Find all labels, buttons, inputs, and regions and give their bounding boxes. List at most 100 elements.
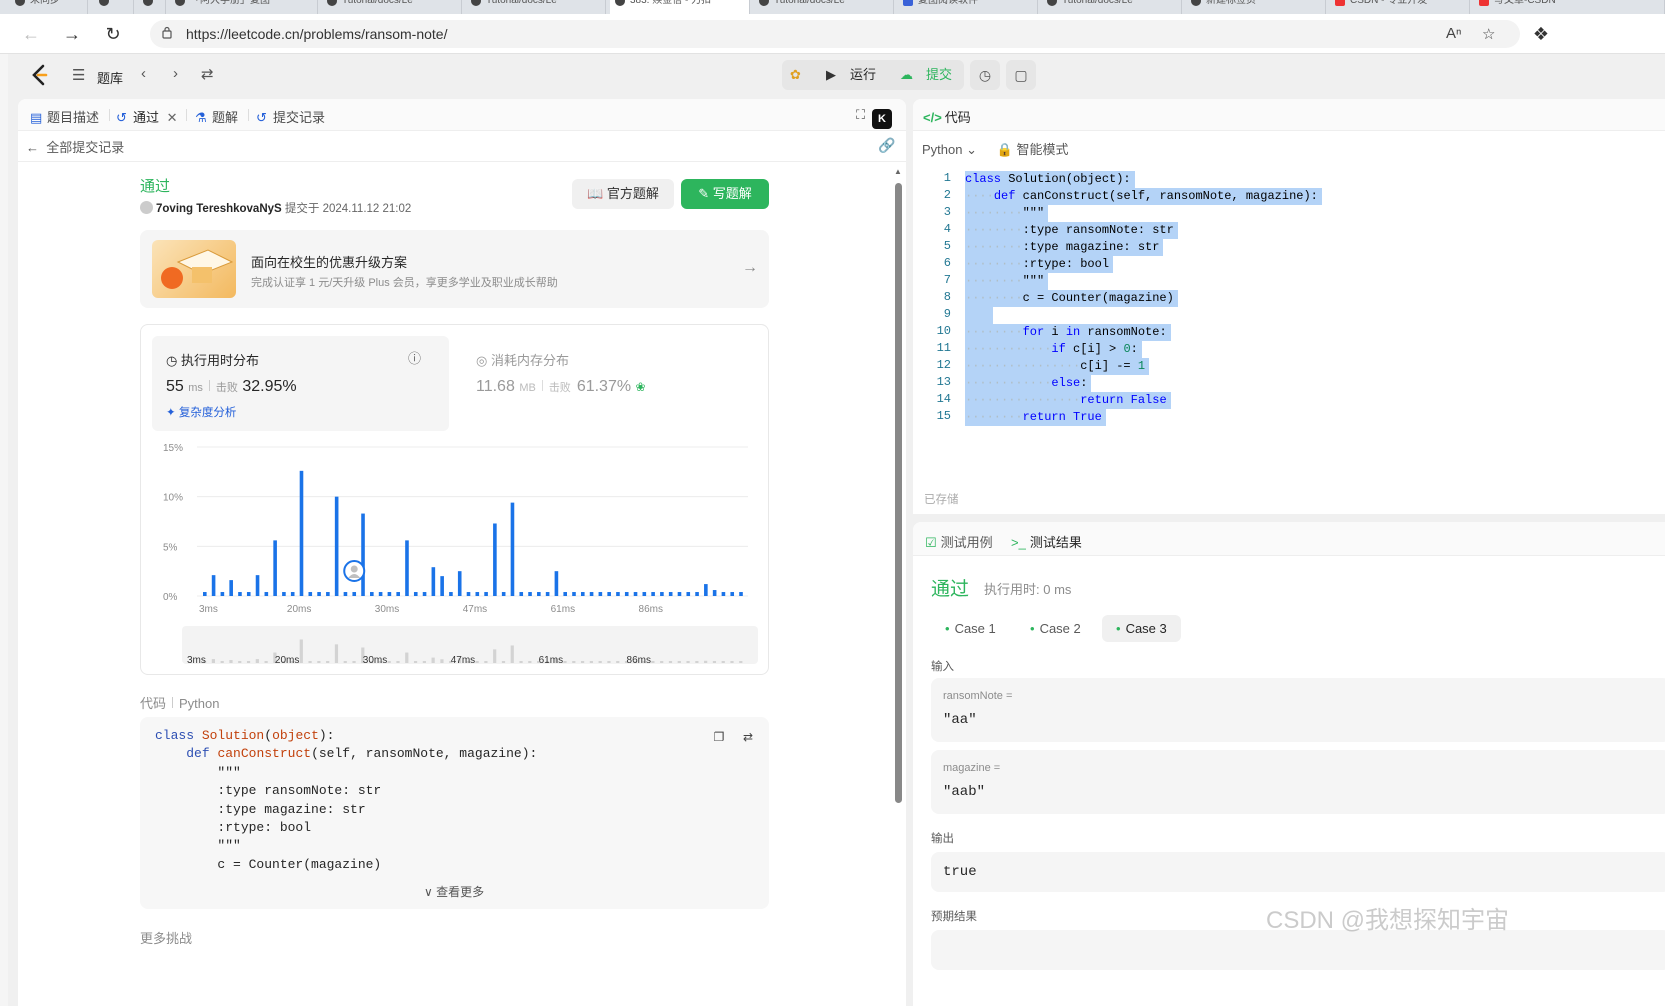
chart-bar [545,592,550,596]
chart-bar [361,513,365,596]
url-field[interactable]: https://leetcode.cn/problems/ransom-note… [150,20,1520,48]
browser-tab[interactable]: CSDN - 专业开发 [1330,0,1470,14]
language-select[interactable]: Python ⌄ [922,142,977,157]
see-more-label: 查看更多 [436,885,485,899]
line-number: 6 [943,256,951,270]
next-problem-icon[interactable]: › [173,65,178,82]
browser-tab[interactable]: Tutorial/docs/Le [754,0,894,14]
prev-problem-icon[interactable]: ‹ [141,65,146,82]
performance-stats: ◷ 执行用时分布 ⓘ 55 ms 击败 32.95% ✦ 复杂度分析 ◎ 消耗内存… [140,324,769,675]
submitted-code: class Solution(object): def canConstruct… [155,727,537,874]
case-tab-label: Case 3 [1125,621,1167,636]
case-tab-2[interactable]: • Case 2 [1016,615,1095,642]
browser-tab[interactable]: Tutorial/docs/Le [322,0,462,14]
arrow-left-icon: ← [26,140,39,155]
chart-bar [519,592,524,596]
chart-bar [396,592,400,596]
case-tab-1[interactable]: • Case 1 [931,615,1010,642]
code-editor[interactable]: 1 class Solution(object): 2 ····def canCons… [913,169,1665,431]
code-line: """ [155,764,241,780]
submit-button[interactable]: 提交 [926,60,952,90]
left-scrollbar[interactable]: ▲ [893,167,903,1006]
browser-tab[interactable]: 「阿大学册」复图 [170,0,318,14]
browser-tab[interactable]: 写文章-CSDN [1474,0,1665,14]
back-icon[interactable]: ← [19,22,43,46]
chart-bar [326,592,330,596]
author-name[interactable]: 7oving TereshkovaNyS [156,203,282,215]
x-tick-label: 30ms [375,604,399,615]
mini-bar [405,652,409,663]
browser-tab[interactable]: 新建标签页 [1186,0,1326,14]
browser-tab[interactable]: 复图阅读软件 [898,0,1038,14]
read-aloud-icon[interactable]: Aⁿ [1446,25,1461,42]
chart-bar [466,592,471,596]
tab-passed[interactable]: ↺ 通过 ✕ [116,107,178,126]
browser-tab[interactable] [94,0,134,14]
code-line: c = Counter(magazine) [155,856,382,872]
mini-bar [651,661,655,663]
editor-line [965,307,993,324]
write-solution-label: 写题解 [712,186,752,201]
browser-tab[interactable]: Tutorial/docs/Le [466,0,606,14]
complexity-analysis-link[interactable]: ✦ 复杂度分析 [166,404,236,420]
tab-passed-label: 通过 [133,110,160,125]
case-tab-label: Case 2 [1039,621,1081,636]
tab-solutions[interactable]: ⚗ 题解 [195,107,238,126]
tab-description[interactable]: ▤ 题目描述 [30,107,99,126]
swap-icon[interactable]: ⇄ [738,727,758,747]
info-icon[interactable]: ⓘ [408,348,421,367]
copy-icon[interactable]: ❐ [709,727,729,747]
forward-icon[interactable]: → [60,22,84,46]
alarm-icon[interactable]: ◷ [970,60,1000,90]
scroll-up-icon[interactable]: ▲ [894,167,902,176]
y-tick-label: 10% [163,493,183,504]
browser-tab[interactable] [138,0,166,14]
tab-submissions[interactable]: ↺ 提交记录 [256,107,325,126]
student-promo-banner[interactable]: 面向在校生的优惠升级方案 完成认证享 1 元/天升级 Plus 会员，享更多学业… [140,230,769,308]
smart-mode-toggle[interactable]: 🔒 智能模式 [997,142,1069,157]
write-solution-button[interactable]: ✎ 写题解 [681,179,769,209]
close-tab-icon[interactable]: ✕ [167,110,178,125]
extensions-icon[interactable]: ❖ [1529,22,1553,46]
shuffle-icon[interactable]: ⇄ [201,65,214,83]
leetcode-logo-icon[interactable] [30,64,50,86]
chart-bar [572,592,576,596]
chart-bar [246,592,251,596]
link-icon[interactable]: 🔗 [878,137,895,154]
run-button[interactable]: 运行 [850,60,876,90]
browser-tab[interactable]: 383. 赎金信 - 力扣 [610,0,750,14]
tab-testcase[interactable]: ☑ 测试用例 [925,532,993,551]
document-icon: ▤ [30,110,43,125]
k-extension-icon[interactable]: K [872,109,892,129]
favorite-star-icon[interactable]: ☆ [1482,25,1495,43]
mini-bar [326,661,330,663]
chart-bar [616,592,620,596]
memory-title[interactable]: ◎ 消耗内存分布 [476,350,569,369]
note-icon[interactable]: ▢ [1006,60,1036,90]
refresh-icon[interactable]: ↻ [101,22,125,46]
browser-tab[interactable]: 未同步 [10,0,88,14]
all-submissions-link[interactable]: ← 全部提交记录 [26,137,124,156]
chart-bar [290,592,295,596]
fullscreen-icon[interactable]: ⛶ [856,107,865,123]
clock-icon: ◷ [166,353,178,368]
official-solution-button[interactable]: 📖 官方题解 [572,179,674,209]
problem-bank-link[interactable]: 题库 [97,68,123,87]
chart-bar [378,592,383,596]
runtime-value: 55 ms 击败 32.95% [166,378,297,396]
see-more-button[interactable]: ∨ 查看更多 [424,883,484,900]
chart-bar [229,580,233,596]
promo-subtitle: 完成认证享 1 元/天升级 Plus 会员，享更多学业及职业成长帮助 [251,277,558,289]
list-icon[interactable]: ☰ [72,66,85,84]
browser-tab[interactable]: Tutorial/docs/Le [1042,0,1182,14]
mini-bar [343,661,347,663]
debug-icon[interactable]: ✿ [790,60,801,90]
tab-divider [248,109,249,121]
chart-bar [624,592,629,596]
mini-bar [413,661,418,663]
case-tab-3[interactable]: • Case 3 [1102,615,1181,642]
tab-testresult[interactable]: >_ 测试结果 [1011,532,1082,551]
scrollbar-thumb[interactable] [895,183,902,803]
runtime-card[interactable]: ◷ 执行用时分布 ⓘ 55 ms 击败 32.95% ✦ 复杂度分析 [152,336,449,431]
code-label: 代码 Python [140,693,220,712]
